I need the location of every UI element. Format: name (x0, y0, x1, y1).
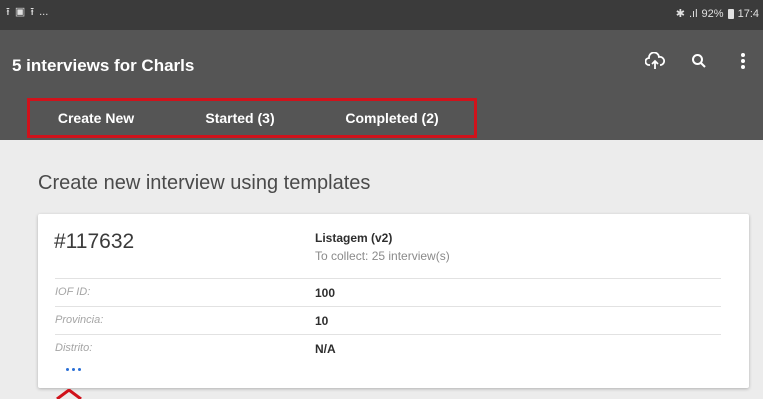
tab-completed[interactable]: Completed (2) (318, 96, 466, 140)
app-bar: 5 interviews for Charls (0, 30, 763, 96)
status-left-icons: ⭱ ▣ ⭱ ... (6, 7, 48, 18)
page-title: 5 interviews for Charls (12, 56, 195, 75)
app-bar-actions (645, 50, 753, 72)
detail-row-provincia: Provincia: 10 (55, 306, 721, 332)
cloud-sync-icon[interactable] (645, 50, 665, 72)
clock: 17:4 (737, 8, 759, 20)
dot (78, 368, 81, 371)
status-ellipsis: ... (39, 6, 49, 18)
tab-create-new[interactable]: Create New (28, 96, 164, 140)
detail-label: IOF ID: (55, 286, 91, 298)
battery-icon (727, 9, 734, 19)
more-details-button[interactable] (66, 368, 81, 371)
signal-icon: .ıl (688, 7, 698, 20)
status-right-icons: ✱ .ıl 92% 17:4 (676, 8, 759, 20)
upload-icon: ⭱ (30, 6, 35, 18)
detail-value: 100 (315, 286, 336, 300)
upload-icon: ⭱ (6, 6, 10, 18)
image-icon: ▣ (14, 6, 26, 18)
tab-started[interactable]: Started (3) (176, 96, 304, 140)
status-bar: ⭱ ▣ ⭱ ... ✱ .ıl 92% 17:4 (0, 0, 763, 30)
bluetooth-icon: ✱ (675, 7, 685, 20)
template-id: #117632 (54, 230, 135, 253)
overflow-menu-icon[interactable] (733, 50, 753, 72)
detail-row-iof-id: IOF ID: 100 (55, 278, 721, 304)
dot (72, 368, 75, 371)
section-heading: Create new interview using templates (38, 172, 371, 194)
detail-row-distrito: Distrito: N/A (55, 334, 721, 360)
detail-value: N/A (315, 342, 336, 356)
battery-percent: 92% (701, 8, 724, 20)
arrow-up-annotation-icon (56, 389, 82, 399)
detail-label: Provincia: (55, 314, 104, 326)
tab-selected-indicator (28, 135, 164, 138)
detail-label: Distrito: (55, 342, 93, 354)
search-icon[interactable] (689, 50, 709, 72)
template-collect-count: To collect: 25 interview(s) (315, 249, 450, 263)
tab-bar: Create New Started (3) Completed (2) (0, 96, 763, 140)
detail-value: 10 (315, 314, 329, 328)
template-name: Listagem (v2) (315, 231, 393, 245)
dot (66, 368, 69, 371)
template-card[interactable]: #117632 Listagem (v2) To collect: 25 int… (38, 214, 749, 388)
